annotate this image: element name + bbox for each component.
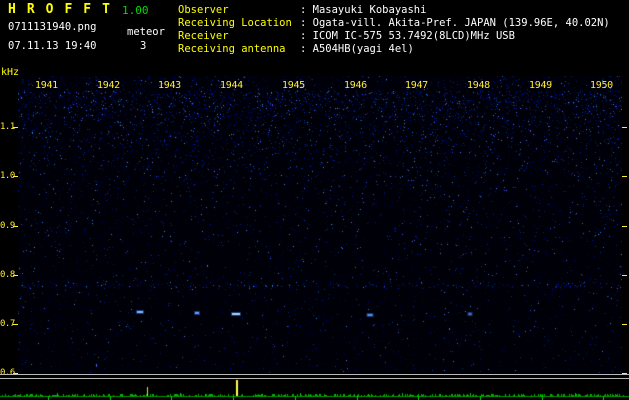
time-label-1950: 1950 [590, 80, 613, 91]
app-title: HROFFT [8, 2, 121, 17]
freq-tick-right [622, 176, 627, 177]
output-filename: 0711131940.png [8, 21, 97, 33]
freq-tick-right [622, 275, 627, 276]
separator-line-top [0, 374, 629, 375]
time-label-1947: 1947 [405, 80, 428, 91]
time-label-1944: 1944 [220, 80, 243, 91]
info-row-antenna: Receiving antenna : A504HB(yagi 4el) [178, 43, 414, 55]
info-value-observer: : Masayuki Kobayashi [300, 4, 427, 16]
freq-tick-left [13, 176, 18, 177]
info-row-receiver: Receiver : ICOM IC-575 53.7492(8LCD)MHz U… [178, 30, 515, 42]
freq-tick-right [622, 324, 627, 325]
freq-tick-right [622, 127, 627, 128]
info-value-receiver: : ICOM IC-575 53.7492(8LCD)MHz USB [300, 30, 515, 42]
time-label-1942: 1942 [97, 80, 120, 91]
info-label-location: Receiving Location [178, 17, 292, 29]
freq-tick-left [13, 324, 18, 325]
info-label-receiver: Receiver [178, 30, 229, 42]
freq-tick-left [13, 275, 18, 276]
info-row-observer: Observer : Masayuki Kobayashi [178, 4, 426, 16]
signal-level-canvas [0, 379, 629, 400]
spectrogram-canvas [18, 76, 622, 373]
time-label-1945: 1945 [282, 80, 305, 91]
time-label-1941: 1941 [35, 80, 58, 91]
time-label-1948: 1948 [467, 80, 490, 91]
time-label-1943: 1943 [158, 80, 181, 91]
meteor-count: 3 [140, 40, 147, 52]
freq-tick-left [13, 226, 18, 227]
freq-unit-label: kHz [1, 67, 20, 78]
date-time: 07.11.13 19:40 [8, 40, 97, 52]
info-value-antenna: : A504HB(yagi 4el) [300, 43, 414, 55]
mode-label: meteor [127, 26, 165, 38]
app-version: 1.00 [122, 4, 149, 17]
time-label-1946: 1946 [344, 80, 367, 91]
info-label-antenna: Receiving antenna [178, 43, 286, 55]
info-value-location: : Ogata-vill. Akita-Pref. JAPAN (139.96E… [300, 17, 610, 29]
info-row-location: Receiving Location : Ogata-vill. Akita-Pr… [178, 17, 610, 29]
time-label-1949: 1949 [529, 80, 552, 91]
hrofft-window: HROFFT 1.00 0711131940.png meteor 07.11.… [0, 0, 629, 400]
freq-tick-right [622, 226, 627, 227]
freq-tick-left [13, 127, 18, 128]
info-label-observer: Observer [178, 4, 229, 16]
